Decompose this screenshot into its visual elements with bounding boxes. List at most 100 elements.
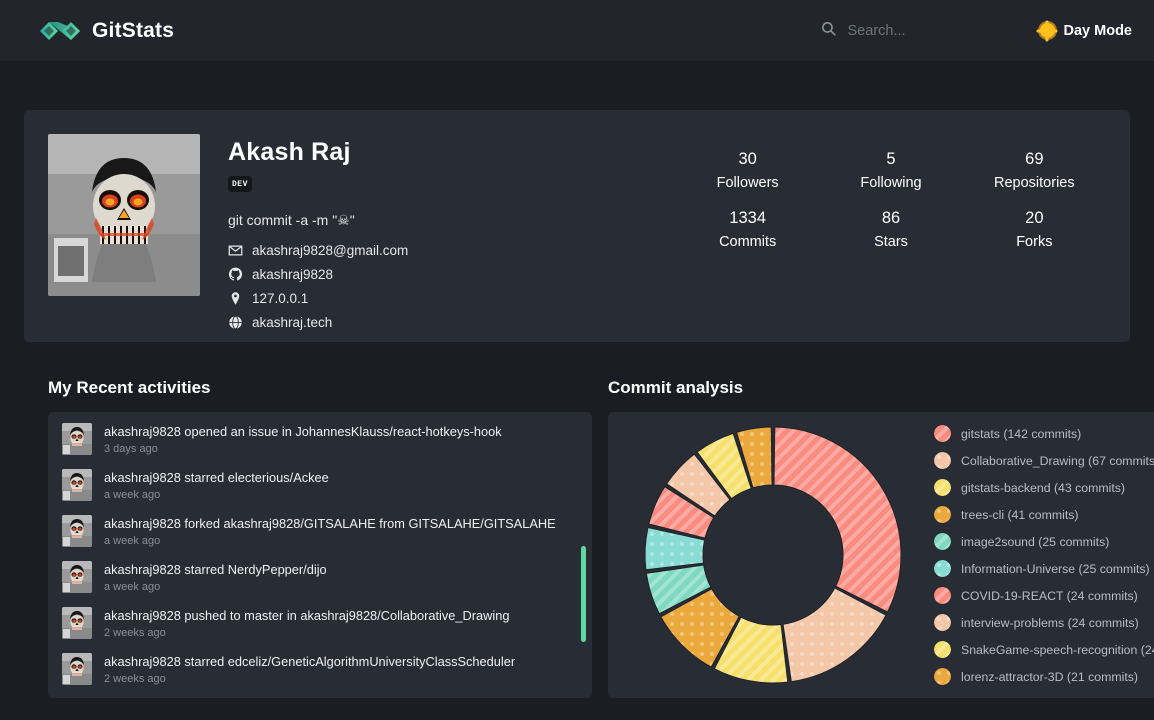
legend-label: gitstats (142 commits) — [961, 426, 1082, 441]
stat-value: 86 — [881, 209, 901, 227]
legend-color-swatch — [934, 452, 951, 469]
activity-text: akashraj9828 starred NerdyPepper/dijo a w… — [104, 561, 327, 593]
activity-text: akashraj9828 starred electerious/Ackee a … — [104, 469, 329, 501]
activities-title: My Recent activities — [48, 378, 211, 397]
lower-section: My Recent activities akashraj9828 opened… — [24, 342, 1154, 698]
activity-timestamp: 2 weeks ago — [104, 627, 166, 639]
legend-label: SnakeGame-speech-recognition (24 commits… — [961, 642, 1154, 657]
list-item[interactable]: akashraj9828 opened an issue in Johannes… — [48, 416, 592, 462]
stat-forks: 20 Forks — [963, 209, 1106, 250]
legend-color-swatch — [934, 668, 951, 685]
list-item[interactable]: akashraj9828 starred NerdyPepper/dijo a w… — [48, 554, 592, 600]
profile-email: akashraj9828@gmail.com — [252, 243, 409, 258]
legend-label: gitstats-backend (43 commits) — [961, 480, 1126, 495]
profile-meta-website[interactable]: akashraj.tech — [228, 315, 648, 330]
user-avatar-photo-icon — [62, 607, 92, 639]
profile-bio: git commit -a -m "☠" — [228, 212, 355, 228]
stat-label: Stars — [874, 234, 908, 250]
legend-item[interactable]: trees-cli (41 commits) — [934, 506, 1154, 523]
stat-value: 69 — [1025, 150, 1044, 168]
page-body: Akash Raj DEV git commit -a -m "☠" akash… — [0, 62, 1154, 698]
status-badge: DEV — [228, 176, 252, 192]
profile-github: akashraj9828 — [252, 267, 334, 282]
page-title: Akash Raj — [228, 138, 351, 166]
day-mode-toggle[interactable]: Day Mode — [1039, 22, 1133, 39]
user-avatar-photo-icon — [62, 515, 92, 547]
profile-meta-github[interactable]: akashraj9828 — [228, 267, 648, 282]
list-item[interactable]: akashraj9828 forked akashraj9828/GITSALA… — [48, 508, 592, 554]
commit-analysis-title: Commit analysis — [608, 378, 744, 397]
location-pin-icon — [228, 291, 243, 306]
list-item[interactable]: akashraj9828 starred edceliz/GeneticAlgo… — [48, 646, 592, 692]
chart-legend: gitstats (142 commits) Collaborative_Draw… — [928, 425, 1154, 685]
github-icon — [228, 267, 243, 282]
activity-timestamp: a week ago — [104, 535, 161, 547]
stat-value: 30 — [738, 150, 757, 168]
legend-item[interactable]: Information-Universe (25 commits) — [934, 560, 1154, 577]
activities-list[interactable]: akashraj9828 opened an issue in Johannes… — [48, 412, 592, 698]
user-avatar-photo-icon — [62, 561, 92, 593]
legend-item[interactable]: interview-problems (24 commits) — [934, 614, 1154, 631]
profile-card: Akash Raj DEV git commit -a -m "☠" akash… — [24, 110, 1130, 342]
legend-item[interactable]: SnakeGame-speech-recognition (24 commits… — [934, 641, 1154, 658]
profile-location: 127.0.0.1 — [252, 291, 309, 306]
user-avatar-photo-icon — [48, 134, 200, 296]
stat-label: Following — [860, 175, 922, 191]
search-input[interactable] — [847, 22, 998, 39]
legend-color-swatch — [934, 425, 951, 442]
user-avatar-photo-icon — [62, 653, 92, 685]
list-item[interactable]: akashraj9828 starred electerious/Ackee a … — [48, 462, 592, 508]
user-avatar-photo-icon — [62, 423, 92, 455]
stat-commits: 1334 Commits — [676, 209, 819, 250]
legend-label: COVID-19-REACT (24 commits) — [961, 588, 1138, 603]
activity-timestamp: a week ago — [104, 489, 161, 501]
profile-info: Akash Raj DEV git commit -a -m "☠" akash… — [228, 134, 648, 330]
user-avatar-photo-icon — [62, 469, 92, 501]
activity-description: akashraj9828 pushed to master in akashra… — [104, 608, 510, 623]
commit-analysis-column: Commit analysis gitstats (142 commits) Co… — [608, 378, 1154, 698]
legend-label: Collaborative_Drawing (67 commits) — [961, 453, 1154, 468]
donut-chart — [618, 419, 928, 691]
app-header: GitStats Day Mode — [0, 0, 1154, 62]
stat-following: 5 Following — [819, 150, 962, 191]
legend-color-swatch — [934, 614, 951, 631]
brand[interactable]: GitStats — [38, 18, 174, 44]
legend-item[interactable]: image2sound (25 commits) — [934, 533, 1154, 550]
legend-label: interview-problems (24 commits) — [961, 615, 1139, 630]
legend-item[interactable]: gitstats (142 commits) — [934, 425, 1154, 442]
legend-item[interactable]: COVID-19-REACT (24 commits) — [934, 587, 1154, 604]
legend-item[interactable]: gitstats-backend (43 commits) — [934, 479, 1154, 496]
commit-analysis-card: gitstats (142 commits) Collaborative_Draw… — [608, 412, 1154, 698]
stat-label: Forks — [1016, 234, 1053, 250]
profile-website: akashraj.tech — [252, 315, 333, 330]
donut-slice[interactable] — [773, 426, 902, 613]
legend-item[interactable]: lorenz-attractor-3D (21 commits) — [934, 668, 1154, 685]
legend-color-swatch — [934, 479, 951, 496]
activities-column: My Recent activities akashraj9828 opened… — [48, 378, 592, 698]
day-mode-label: Day Mode — [1063, 22, 1133, 39]
activities-card: akashraj9828 opened an issue in Johannes… — [48, 412, 592, 698]
sun-icon — [1039, 23, 1055, 38]
stat-value: 5 — [886, 150, 896, 168]
activity-description: akashraj9828 starred electerious/Ackee — [104, 470, 329, 485]
stat-value: 20 — [1025, 209, 1044, 227]
gitstats-infinity-logo-icon — [38, 18, 82, 44]
list-item[interactable]: akashraj9828 pushed to master in akashra… — [48, 600, 592, 646]
activity-text: akashraj9828 starred edceliz/GeneticAlgo… — [104, 653, 515, 685]
email-icon — [228, 243, 243, 258]
legend-color-swatch — [934, 560, 951, 577]
activities-scrollbar-thumb[interactable] — [581, 546, 586, 642]
legend-item[interactable]: Collaborative_Drawing (67 commits) — [934, 452, 1154, 469]
activity-timestamp: a week ago — [104, 581, 161, 593]
stat-label: Repositories — [994, 175, 1075, 191]
brand-name: GitStats — [92, 18, 175, 42]
legend-label: lorenz-attractor-3D (21 commits) — [961, 669, 1138, 684]
activity-description: akashraj9828 opened an issue in Johannes… — [104, 424, 502, 439]
activity-text: akashraj9828 pushed to master in akashra… — [104, 607, 509, 639]
profile-meta-email: akashraj9828@gmail.com — [228, 243, 648, 258]
list-item[interactable]: akashraj9828 starred TowhidKashem/snapch… — [48, 692, 592, 698]
activity-text: akashraj9828 forked akashraj9828/GITSALA… — [104, 515, 556, 547]
activity-description: akashraj9828 starred NerdyPepper/dijo — [104, 562, 327, 577]
activity-timestamp: 3 days ago — [104, 443, 158, 455]
search-box[interactable] — [820, 20, 998, 42]
